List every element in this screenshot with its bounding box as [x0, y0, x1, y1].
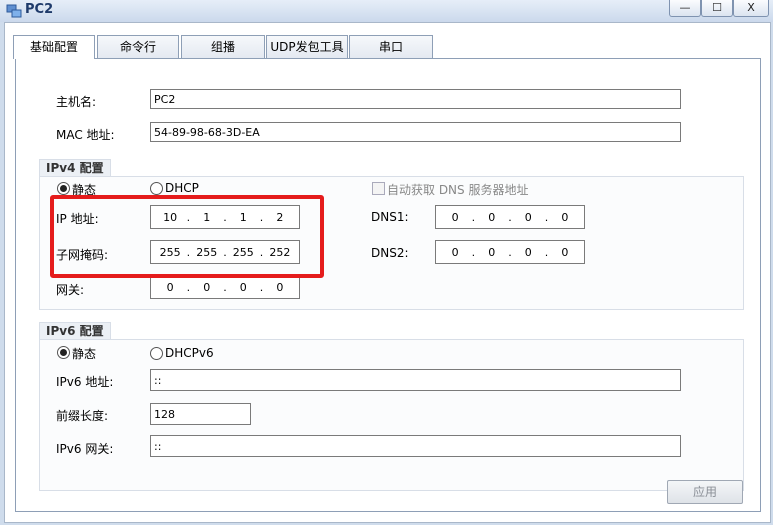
prefix-length-input[interactable]: 128 — [150, 403, 251, 425]
ipv4-static-radio[interactable] — [57, 182, 70, 195]
dns1-label: DNS1: — [371, 210, 409, 224]
ipv6-gateway-label: IPv6 网关: — [56, 442, 114, 456]
ipv4-group-title: IPv4 配置 — [39, 159, 111, 177]
dns1-octet: 0 — [451, 210, 459, 224]
tab-basic-config[interactable]: 基础配置 — [13, 35, 95, 59]
dns2-octet: 0 — [488, 245, 496, 259]
dns2-octet: 0 — [451, 245, 459, 259]
ipv6-static-radio[interactable] — [57, 346, 70, 359]
highlight-box — [50, 195, 324, 278]
gateway-octet: 0 — [203, 280, 211, 294]
title-bar: PC2 — ☐ X — [0, 0, 773, 22]
ipv6-gateway-input[interactable]: :: — [150, 435, 681, 457]
window-client: 基础配置 命令行 组播 UDP发包工具 串口 主机名: PC2 MAC 地址: … — [4, 22, 771, 523]
ipv6-static-label: 静态 — [72, 347, 97, 361]
window-title: PC2 — [25, 2, 54, 17]
dns2-label: DNS2: — [371, 246, 409, 260]
apply-button[interactable]: 应用 — [667, 480, 743, 504]
tab-udp-tool[interactable]: UDP发包工具 — [266, 35, 348, 58]
dns1-octet: 0 — [561, 210, 569, 224]
dns2-octet: 0 — [524, 245, 532, 259]
basic-config-panel: 主机名: PC2 MAC 地址: 54-89-98-68-3D-EA IPv4 … — [15, 58, 761, 512]
gateway-octet: 0 — [276, 280, 284, 294]
dns2-input[interactable]: 0. 0. 0. 0 — [435, 240, 585, 264]
tab-multicast[interactable]: 组播 — [181, 35, 265, 58]
ipv6-dhcpv6-radio[interactable] — [150, 347, 163, 360]
dns1-input[interactable]: 0. 0. 0. 0 — [435, 205, 585, 229]
ipv6-address-input[interactable]: :: — [150, 369, 681, 391]
dns2-octet: 0 — [561, 245, 569, 259]
ipv6-group-title: IPv6 配置 — [39, 322, 111, 340]
close-button[interactable]: X — [733, 0, 769, 17]
pc-app-icon — [6, 4, 22, 18]
prefix-length-label: 前缀长度: — [56, 409, 109, 423]
tab-serial[interactable]: 串口 — [349, 35, 433, 58]
ipv6-address-label: IPv6 地址: — [56, 375, 114, 389]
gateway-octet: 0 — [239, 280, 247, 294]
minimize-button[interactable]: — — [669, 0, 701, 17]
gateway-input[interactable]: 0. 0. 0. 0 — [150, 275, 300, 299]
tab-command-line[interactable]: 命令行 — [97, 35, 179, 58]
ipv6-group — [39, 339, 744, 491]
mac-input[interactable]: 54-89-98-68-3D-EA — [150, 122, 681, 142]
mac-label: MAC 地址: — [56, 128, 115, 142]
gateway-label: 网关: — [56, 283, 85, 297]
auto-dns-checkbox[interactable] — [372, 182, 385, 195]
hostname-input[interactable]: PC2 — [150, 89, 681, 109]
dns1-octet: 0 — [524, 210, 532, 224]
maximize-button[interactable]: ☐ — [701, 0, 733, 17]
auto-dns-label: 自动获取 DNS 服务器地址 — [387, 183, 529, 197]
gateway-octet: 0 — [166, 280, 174, 294]
dns1-octet: 0 — [488, 210, 496, 224]
ipv6-dhcpv6-label: DHCPv6 — [165, 346, 214, 360]
hostname-label: 主机名: — [56, 95, 97, 109]
ipv4-dhcp-radio[interactable] — [150, 182, 163, 195]
ipv4-dhcp-label: DHCP — [165, 181, 199, 195]
